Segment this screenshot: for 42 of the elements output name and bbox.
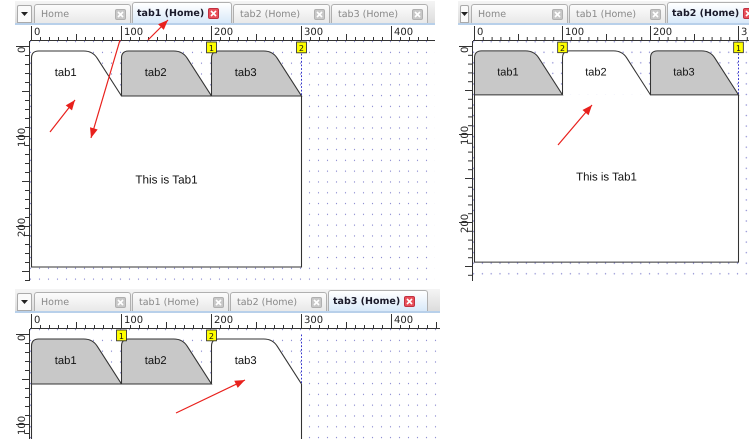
body-text: This is Tab1 <box>135 173 198 186</box>
ruler-label: 400 <box>394 315 414 326</box>
page-tab[interactable]: tab3 <box>650 50 740 96</box>
document-tab[interactable]: tab2 (Home) <box>667 2 749 23</box>
marker-badge[interactable]: 1 <box>733 42 744 54</box>
page-tab[interactable]: tab1 <box>30 50 122 97</box>
ruler-label: 400 <box>394 27 414 38</box>
ruler-label: 0 <box>34 27 40 38</box>
ruler-label: 0 <box>34 315 40 326</box>
document-tab[interactable]: tab1 (Home) <box>132 2 232 23</box>
ruler-label: 300 <box>304 27 324 38</box>
marker-badge[interactable]: 2 <box>296 42 307 54</box>
ruler-label: 0 <box>17 334 28 341</box>
ruler-label: 100 <box>460 126 471 145</box>
page-tab[interactable]: tab2 <box>120 50 212 97</box>
ruler-label: 300 <box>304 315 324 326</box>
page-tab[interactable]: tab2 <box>120 338 212 385</box>
ruler-label: 100 <box>17 416 28 435</box>
page-tab[interactable]: tab1 <box>474 50 564 96</box>
ruler-label: 100 <box>565 27 584 38</box>
ruler-label: 3 <box>741 27 748 38</box>
marker-badge[interactable]: 1 <box>206 42 217 54</box>
page-tab[interactable]: tab1 <box>30 338 122 385</box>
ruler-label: 0 <box>460 46 471 53</box>
ruler-label: 100 <box>17 128 28 147</box>
ruler-label: 0 <box>477 27 484 38</box>
ruler-label: 0 <box>17 46 28 53</box>
ruler-label: 100 <box>124 315 144 326</box>
ruler-label: 200 <box>214 27 234 38</box>
ruler-label: 200 <box>460 214 471 233</box>
ruler-label: 200 <box>17 218 28 237</box>
ruler-label: 200 <box>653 27 672 38</box>
document-tab[interactable]: tab3 (Home) <box>328 290 428 311</box>
ruler-label: 100 <box>124 27 144 38</box>
marker-badge[interactable]: 2 <box>557 42 568 54</box>
ruler-label: 200 <box>214 315 234 326</box>
marker-badge[interactable]: 1 <box>116 330 127 342</box>
body-text: This is Tab1 <box>576 171 637 184</box>
page-tab[interactable]: tab3 <box>210 50 302 97</box>
page-tab[interactable]: tab2 <box>562 50 652 96</box>
marker-badge[interactable]: 2 <box>206 330 217 342</box>
page-tab[interactable]: tab3 <box>210 338 302 385</box>
